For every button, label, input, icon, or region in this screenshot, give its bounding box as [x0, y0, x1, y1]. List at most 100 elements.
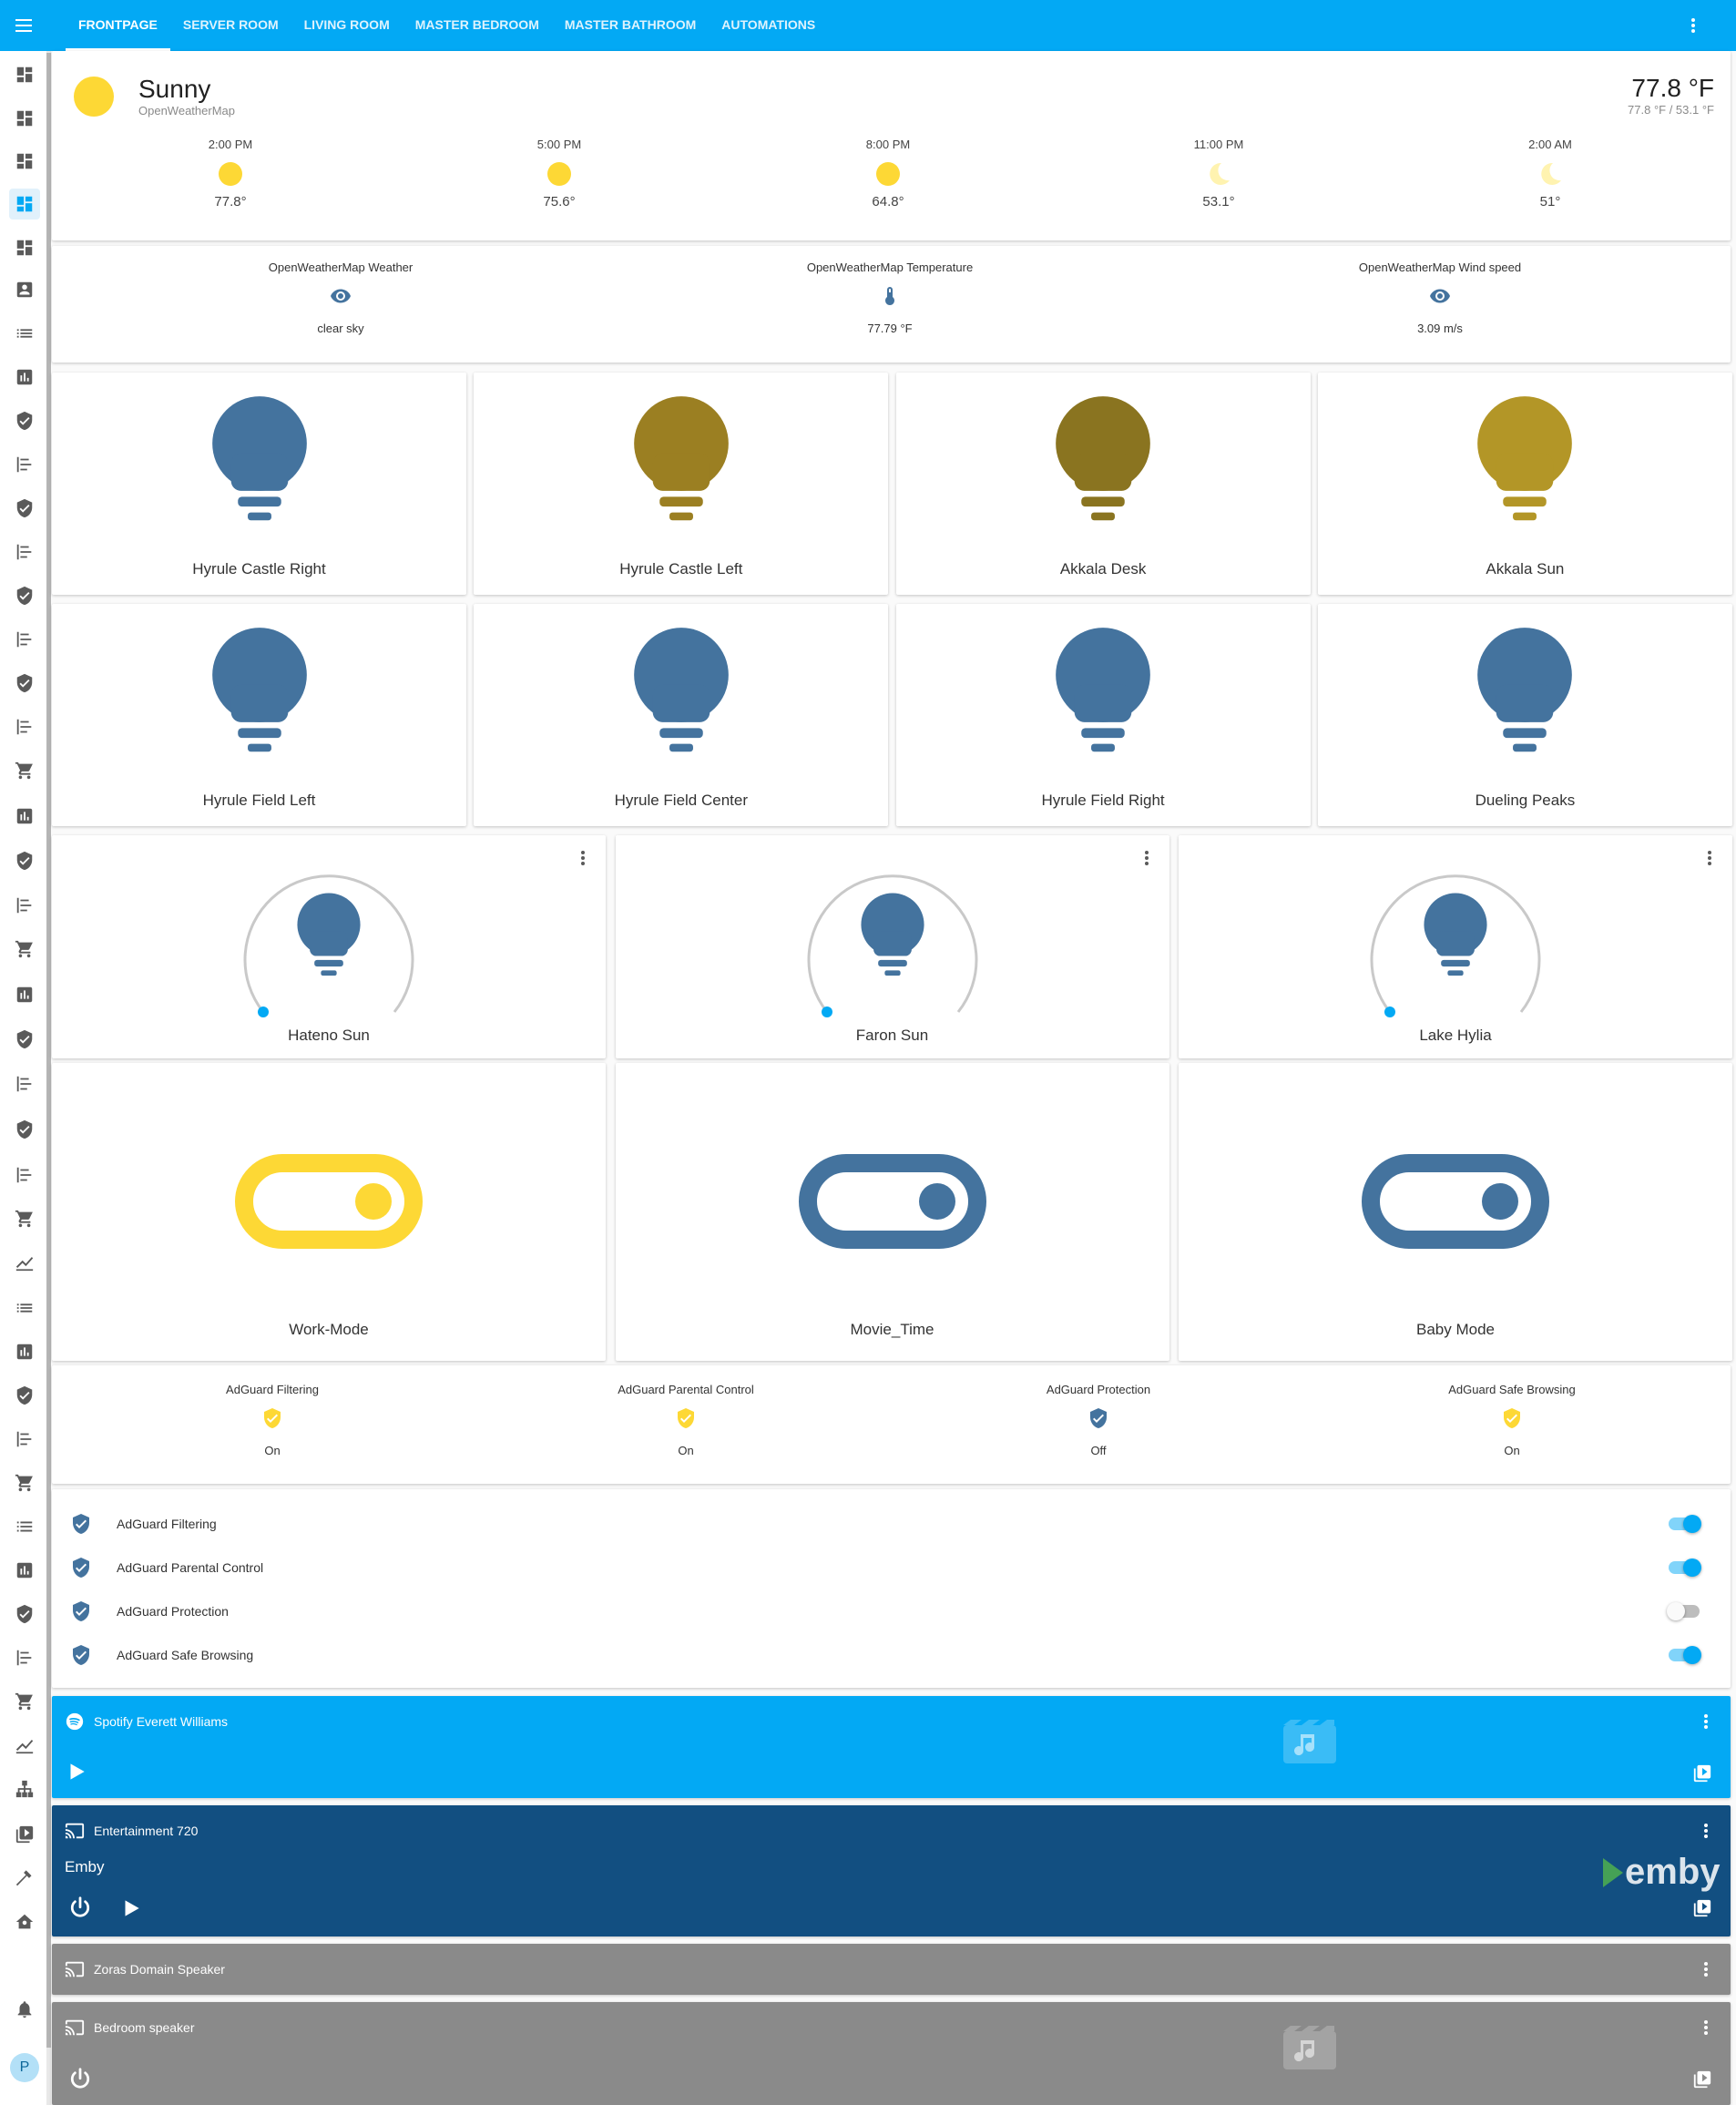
adguard-glance-item[interactable]: AdGuard Filtering On [136, 1383, 409, 1457]
toggle-switch[interactable] [1667, 1602, 1700, 1620]
sidebar-item-28[interactable] [9, 1247, 40, 1278]
sidebar-item-34[interactable] [9, 1511, 40, 1542]
sensor-item[interactable]: OpenWeatherMap Wind speed 3.09 m/s [1294, 261, 1586, 335]
sidebar-item-26[interactable] [9, 1160, 40, 1190]
sidebar-item-20[interactable] [9, 890, 40, 921]
light-button-card[interactable]: Hyrule Field Left [52, 604, 466, 826]
more-info-icon[interactable] [1703, 1959, 1709, 1979]
tab-server-room[interactable]: SERVER ROOM [170, 0, 291, 51]
sidebar-item-10[interactable] [9, 449, 40, 480]
sidebar-item-44[interactable] [9, 1994, 40, 2025]
sidebar-item-13[interactable] [9, 580, 40, 611]
more-info-icon[interactable] [1703, 1712, 1709, 1732]
adguard-glance-item[interactable]: AdGuard Protection Off [962, 1383, 1235, 1457]
tab-living-room[interactable]: LIVING ROOM [291, 0, 403, 51]
sidebar-item-25[interactable] [9, 1114, 40, 1145]
light-button-card[interactable]: Hyrule Field Right [895, 604, 1311, 826]
weather-card[interactable]: Sunny OpenWeatherMap 77.8 °F 77.8 °F / 5… [52, 51, 1731, 240]
power-button[interactable] [66, 1895, 94, 1926]
sidebar-item-12[interactable] [9, 536, 40, 567]
tab-frontpage[interactable]: FRONTPAGE [66, 0, 170, 51]
sidebar-item-14[interactable] [9, 624, 40, 655]
menu-icon[interactable] [13, 15, 36, 36]
more-info-icon[interactable] [1703, 2018, 1709, 2038]
sidebar-item-36[interactable] [9, 1599, 40, 1630]
browse-media-button[interactable] [1692, 1898, 1712, 1923]
sidebar-item-30[interactable] [9, 1336, 40, 1367]
more-vert-icon[interactable] [1687, 15, 1700, 36]
browse-media-button[interactable] [1692, 2069, 1712, 2094]
sidebar-item-43[interactable] [9, 1906, 40, 1937]
more-info-icon[interactable] [580, 848, 586, 868]
media-player-card[interactable]: Spotify Everett Williams [52, 1696, 1731, 1798]
sidebar-item-7[interactable] [9, 318, 40, 349]
forecast-time: 5:00 PM [536, 138, 582, 151]
toggle-switch[interactable] [1669, 1646, 1701, 1664]
sidebar-item-3[interactable] [9, 146, 40, 177]
light-button-card[interactable]: Hyrule Field Center [474, 604, 889, 826]
sidebar-item-27[interactable] [9, 1203, 40, 1234]
play-button[interactable] [119, 1896, 143, 1925]
tab-automations[interactable]: AUTOMATIONS [709, 0, 828, 51]
sidebar-item-31[interactable] [9, 1380, 40, 1411]
sidebar-item-11[interactable] [9, 493, 40, 524]
tab-master-bedroom[interactable]: MASTER BEDROOM [403, 0, 552, 51]
more-info-icon[interactable] [1144, 848, 1149, 868]
light-dimmer-card[interactable]: Hateno Sun [52, 835, 606, 1058]
switch-card[interactable]: Baby Mode [1179, 1063, 1732, 1361]
sidebar-item-1[interactable] [9, 59, 40, 90]
media-player-card[interactable]: Zoras Domain Speaker [52, 1944, 1731, 1995]
adguard-glance-item[interactable]: AdGuard Safe Browsing On [1375, 1383, 1649, 1457]
media-player-card[interactable]: Entertainment 720 Emby emby [52, 1805, 1731, 1936]
sidebar-item-4[interactable] [9, 189, 40, 220]
light-button-card[interactable]: Akkala Desk [895, 373, 1311, 595]
light-dimmer-card[interactable]: Lake Hylia [1179, 835, 1732, 1058]
sidebar-item-35[interactable] [9, 1555, 40, 1586]
adguard-glance-item[interactable]: AdGuard Parental Control On [549, 1383, 822, 1457]
sidebar-item-41[interactable] [9, 1819, 40, 1850]
sidebar-item-32[interactable] [9, 1424, 40, 1455]
sidebar-item-5[interactable] [9, 232, 40, 263]
sidebar-item-15[interactable] [9, 668, 40, 699]
browse-media-button[interactable] [1692, 1763, 1712, 1788]
light-button-card[interactable]: Hyrule Castle Right [52, 373, 466, 595]
play-button[interactable] [65, 1760, 88, 1788]
toggle-switch[interactable] [1669, 1515, 1701, 1533]
sidebar-item-24[interactable] [9, 1068, 40, 1099]
sidebar-item-16[interactable] [9, 711, 40, 742]
sidebar-item-6[interactable] [9, 274, 40, 305]
sidebar-item-8[interactable] [9, 362, 40, 393]
tab-master-bathroom[interactable]: MASTER BATHROOM [552, 0, 709, 51]
cart-icon [15, 1691, 35, 1712]
sidebar-item-40[interactable] [9, 1773, 40, 1804]
sidebar-item-19[interactable] [9, 845, 40, 876]
media-player-card[interactable]: Bedroom speaker [52, 2002, 1731, 2105]
sidebar-item-17[interactable] [9, 755, 40, 786]
light-button-card[interactable]: Akkala Sun [1317, 373, 1732, 595]
sidebar-item-18[interactable] [9, 801, 40, 832]
switch-card[interactable]: Movie_Time [615, 1063, 1169, 1361]
light-button-card[interactable]: Dueling Peaks [1317, 604, 1732, 826]
light-button-card[interactable]: Hyrule Castle Left [474, 373, 889, 595]
sidebar-item-38[interactable] [9, 1686, 40, 1717]
light-dimmer-card[interactable]: Faron Sun [615, 835, 1169, 1058]
sidebar-item-2[interactable] [9, 103, 40, 134]
sidebar-item-22[interactable] [9, 979, 40, 1010]
sidebar-item-9[interactable] [9, 405, 40, 436]
sensor-item[interactable]: OpenWeatherMap Weather clear sky [195, 261, 486, 335]
sidebar-item-21[interactable] [9, 934, 40, 965]
sidebar-item-23[interactable] [9, 1024, 40, 1055]
sidebar-item-42[interactable] [9, 1863, 40, 1894]
switch-card[interactable]: Work-Mode [52, 1063, 606, 1361]
sidebar-item-39[interactable] [9, 1730, 40, 1761]
sidebar-item-37[interactable] [9, 1642, 40, 1673]
sidebar-item-33[interactable] [9, 1467, 40, 1498]
power-button[interactable] [66, 2066, 94, 2098]
sidebar-item-29[interactable] [9, 1293, 40, 1323]
more-info-icon[interactable] [1707, 848, 1712, 868]
toggle-switch[interactable] [1669, 1558, 1701, 1577]
more-info-icon[interactable] [1703, 1821, 1709, 1841]
scrollbar-thumb[interactable] [46, 53, 51, 2048]
sensor-item[interactable]: OpenWeatherMap Temperature 77.79 °F [744, 261, 1036, 335]
avatar[interactable]: P [10, 2053, 39, 2082]
